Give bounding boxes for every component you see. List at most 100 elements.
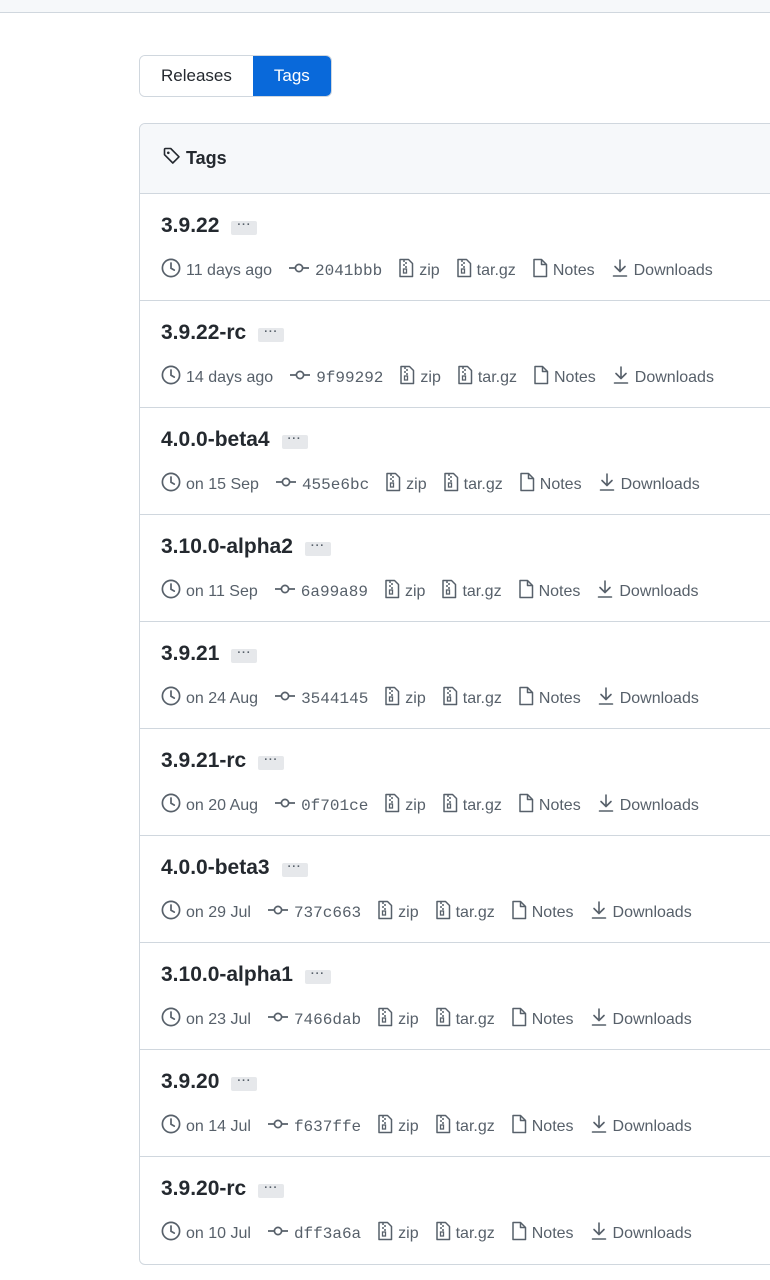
tag-name-link[interactable]: 4.0.0-beta3 — [161, 856, 270, 880]
targz-download-link[interactable]: tar.gz — [457, 365, 517, 390]
tag-commit-expand-button[interactable]: ··· — [281, 861, 308, 877]
commit-sha-link[interactable]: 455e6bc — [275, 474, 369, 495]
zip-label: zip — [398, 903, 419, 921]
notes-link[interactable]: Notes — [518, 793, 581, 818]
downloads-link[interactable]: Downloads — [612, 365, 714, 390]
tag-date-text: on 20 Aug — [186, 796, 259, 814]
tag-commit-expand-button[interactable]: ··· — [304, 968, 331, 984]
notes-link[interactable]: Notes — [511, 1114, 574, 1139]
downloads-link[interactable]: Downloads — [598, 472, 700, 497]
commit-sha-link[interactable]: 9f99292 — [289, 367, 383, 388]
tags-tab[interactable]: Tags — [252, 56, 331, 96]
targz-download-link[interactable]: tar.gz — [435, 1007, 495, 1032]
file-zip-icon — [385, 472, 406, 497]
tag-commit-expand-button[interactable]: ··· — [281, 433, 308, 449]
zip-download-link[interactable]: zip — [384, 579, 425, 604]
tag-name-link[interactable]: 3.9.22 — [161, 214, 219, 238]
targz-download-link[interactable]: tar.gz — [435, 1221, 495, 1246]
notes-link[interactable]: Notes — [518, 686, 581, 711]
notes-link[interactable]: Notes — [511, 1221, 574, 1246]
targz-label: tar.gz — [455, 1224, 495, 1242]
tag-commit-expand-button[interactable]: ··· — [258, 1182, 285, 1198]
commit-sha-link[interactable]: 2041bbb — [288, 260, 382, 281]
tag-commit-expand-button[interactable]: ··· — [258, 754, 285, 770]
targz-download-link[interactable]: tar.gz — [443, 472, 503, 497]
commit-sha-link[interactable]: 737c663 — [267, 902, 361, 923]
downloads-link[interactable]: Downloads — [597, 686, 699, 711]
downloads-link[interactable]: Downloads — [590, 1221, 692, 1246]
notes-label: Notes — [552, 261, 595, 279]
targz-label: tar.gz — [462, 689, 502, 707]
targz-download-link[interactable]: tar.gz — [456, 258, 516, 283]
git-commit-icon — [288, 260, 315, 281]
notes-link[interactable]: Notes — [511, 900, 574, 925]
zip-download-link[interactable]: zip — [399, 365, 441, 390]
tag-name-link[interactable]: 3.9.21-rc — [161, 749, 246, 773]
downloads-label: Downloads — [619, 689, 699, 707]
tag-commit-expand-button[interactable]: ··· — [231, 1075, 258, 1091]
tag-name-link[interactable]: 3.9.22-rc — [161, 321, 246, 345]
zip-download-link[interactable]: zip — [384, 793, 426, 818]
tags-box-header: Tags — [140, 124, 770, 194]
tag-name-link[interactable]: 3.9.20-rc — [161, 1177, 246, 1201]
notes-link[interactable]: Notes — [533, 365, 596, 390]
targz-download-link[interactable]: tar.gz — [435, 1114, 495, 1139]
downloads-link[interactable]: Downloads — [596, 579, 699, 604]
tag-name-link[interactable]: 3.10.0-alpha1 — [161, 963, 293, 987]
zip-download-link[interactable]: zip — [398, 258, 440, 283]
tag-row: 3.10.0-alpha1 ··· on 23 Jul 7466dab zip … — [140, 943, 770, 1050]
downloads-link[interactable]: Downloads — [597, 793, 699, 818]
tag-row: 3.9.21-rc ··· on 20 Aug 0f701ce zip tar.… — [140, 729, 770, 836]
download-icon — [597, 686, 620, 711]
file-icon — [519, 472, 540, 497]
downloads-link[interactable]: Downloads — [590, 900, 692, 925]
commit-sha-link[interactable]: 0f701ce — [274, 795, 368, 816]
targz-download-link[interactable]: tar.gz — [441, 579, 502, 604]
downloads-link[interactable]: Downloads — [590, 1114, 692, 1139]
commit-sha-link[interactable]: 3544145 — [274, 688, 368, 709]
zip-download-link[interactable]: zip — [377, 1007, 419, 1032]
tag-date-text: on 10 Jul — [186, 1224, 251, 1242]
downloads-link[interactable]: Downloads — [611, 258, 713, 283]
tag-commit-expand-button[interactable]: ··· — [231, 647, 258, 663]
commit-sha-link[interactable]: 7466dab — [267, 1009, 361, 1030]
commit-sha-link[interactable]: 6a99a89 — [274, 581, 368, 602]
releases-tab[interactable]: Releases — [140, 56, 253, 96]
file-icon — [533, 365, 554, 390]
tag-date-text: on 24 Aug — [186, 689, 259, 707]
file-zip-icon — [377, 900, 398, 925]
targz-download-link[interactable]: tar.gz — [442, 686, 502, 711]
tag-row: 3.9.20 ··· on 14 Jul f637ffe zip tar.gz — [140, 1050, 770, 1157]
commit-sha-link[interactable]: f637ffe — [267, 1116, 361, 1137]
targz-download-link[interactable]: tar.gz — [442, 793, 502, 818]
targz-download-link[interactable]: tar.gz — [435, 900, 495, 925]
commit-sha: 9f99292 — [316, 368, 384, 387]
downloads-link[interactable]: Downloads — [590, 1007, 692, 1032]
clock-icon — [161, 579, 186, 604]
tag-name-link[interactable]: 4.0.0-beta4 — [161, 428, 270, 452]
tag-commit-expand-button[interactable]: ··· — [304, 540, 331, 556]
tag-date: on 11 Sep — [161, 579, 258, 604]
file-zip-icon — [456, 258, 477, 283]
zip-download-link[interactable]: zip — [384, 686, 426, 711]
tag-commit-expand-button[interactable]: ··· — [231, 219, 258, 235]
tag-name-link[interactable]: 3.9.21 — [161, 642, 219, 666]
notes-link[interactable]: Notes — [511, 1007, 574, 1032]
notes-label: Notes — [531, 1117, 574, 1135]
zip-download-link[interactable]: zip — [377, 900, 419, 925]
notes-link[interactable]: Notes — [532, 258, 595, 283]
targz-label: tar.gz — [463, 475, 503, 493]
notes-link[interactable]: Notes — [519, 472, 582, 497]
tag-commit-expand-button[interactable]: ··· — [258, 326, 285, 342]
git-commit-icon — [267, 902, 294, 923]
commit-sha-link[interactable]: dff3a6a — [267, 1223, 361, 1244]
zip-download-link[interactable]: zip — [385, 472, 427, 497]
notes-link[interactable]: Notes — [518, 579, 580, 604]
tag-name-link[interactable]: 3.10.0-alpha2 — [161, 535, 293, 559]
tag-name-link[interactable]: 3.9.20 — [161, 1070, 219, 1094]
zip-download-link[interactable]: zip — [377, 1114, 419, 1139]
tag-date-text: 14 days ago — [186, 368, 274, 386]
file-zip-icon — [399, 365, 420, 390]
zip-download-link[interactable]: zip — [377, 1221, 419, 1246]
git-commit-icon — [267, 1009, 294, 1030]
